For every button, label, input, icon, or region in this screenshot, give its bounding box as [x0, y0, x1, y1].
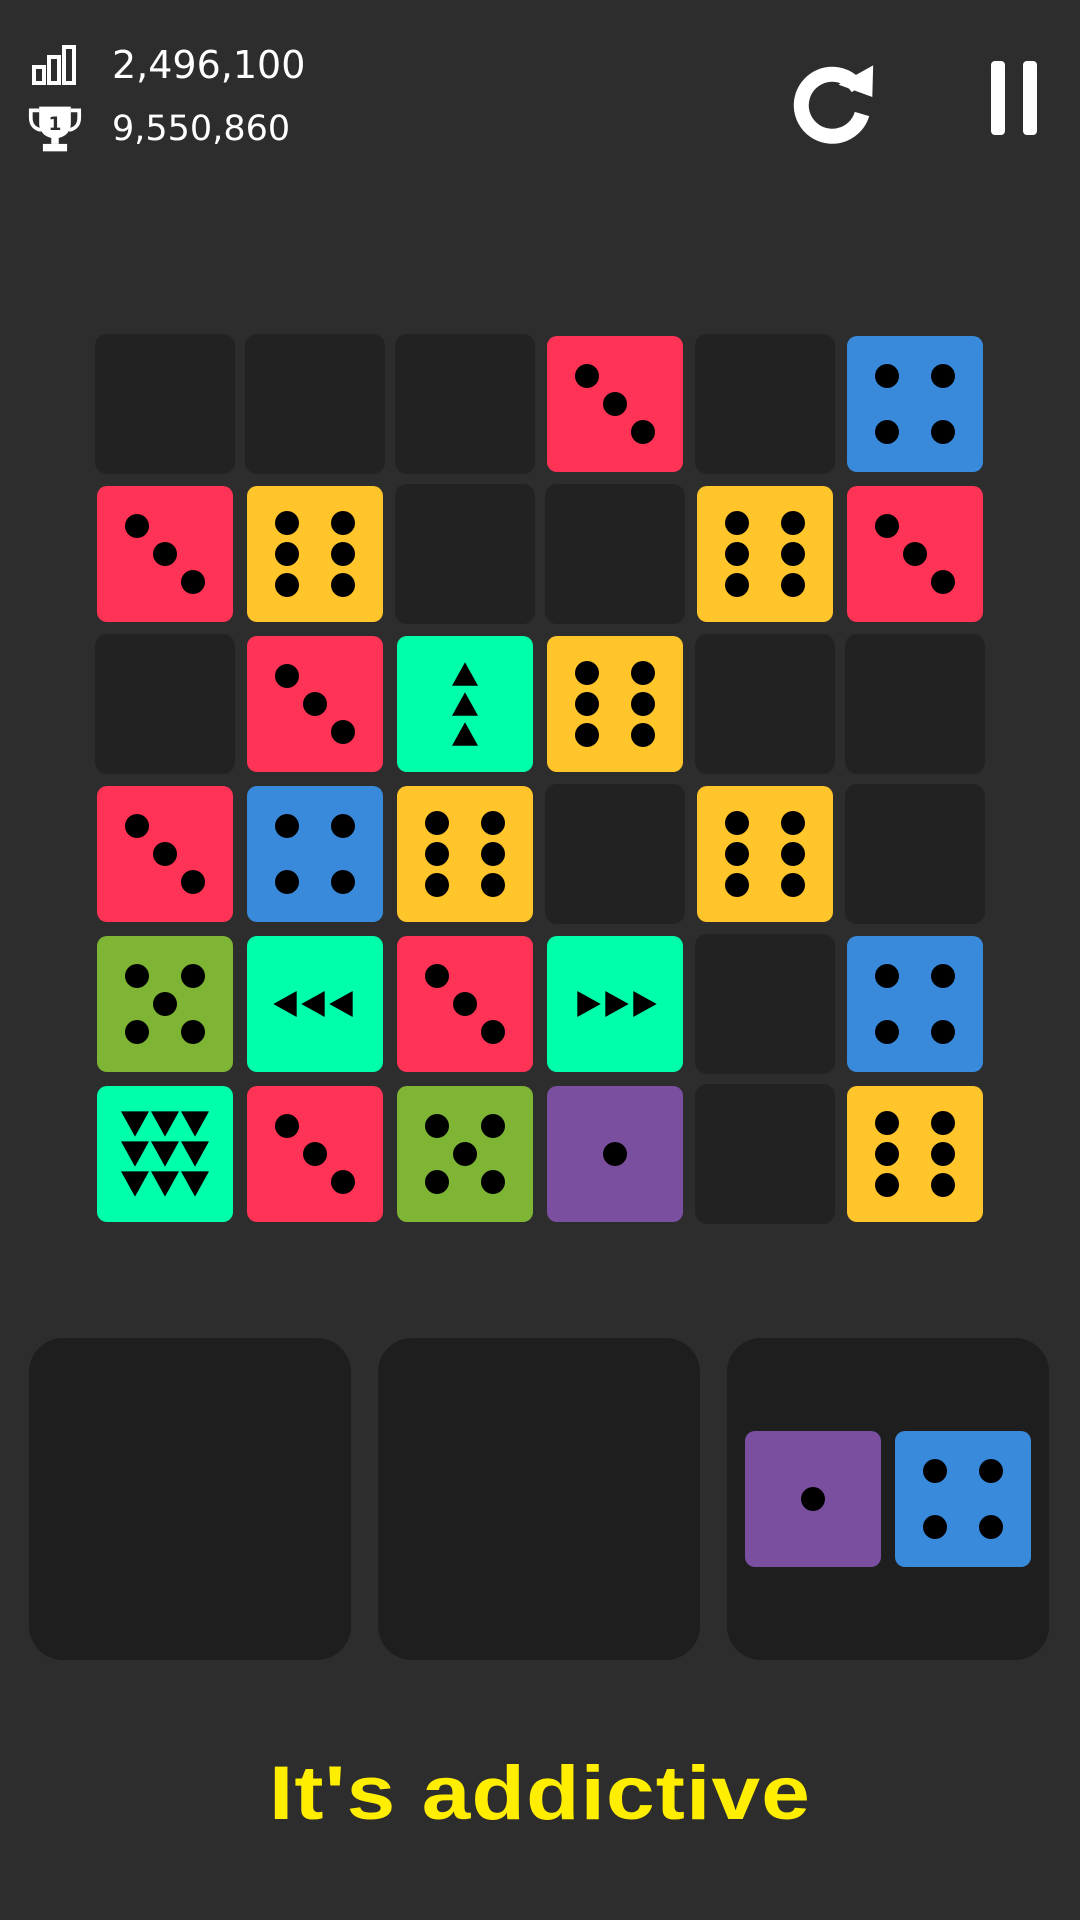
die-tile-red-pips-3	[547, 336, 683, 472]
board-cell[interactable]	[845, 334, 985, 474]
board-cell[interactable]	[545, 784, 685, 924]
die-tile-yellow-pips-6	[697, 786, 833, 922]
board-cell[interactable]	[395, 784, 535, 924]
board-cell[interactable]	[845, 634, 985, 774]
die-tile-yellow-pips-6	[397, 786, 533, 922]
board-cell[interactable]	[95, 934, 235, 1074]
board-cell[interactable]	[695, 484, 835, 624]
die-tile-blue-pips-4	[847, 936, 983, 1072]
die-tile-yellow-pips-6	[547, 636, 683, 772]
trophy-rank: 1	[49, 114, 62, 135]
board-cell[interactable]	[245, 784, 385, 924]
die-tile-green-pips-5	[397, 1086, 533, 1222]
die-tile-blue-pips-4	[847, 336, 983, 472]
board-cell[interactable]	[95, 784, 235, 924]
restart-icon	[784, 56, 880, 156]
die-tile-red-pips-3	[397, 936, 533, 1072]
board-cell[interactable]	[395, 934, 535, 1074]
die-tile-yellow-pips-6	[847, 1086, 983, 1222]
board-cell[interactable]	[545, 934, 685, 1074]
board-cell[interactable]	[95, 334, 235, 474]
die-tile-red-pips-3	[97, 486, 233, 622]
die-tile-purple-pips-1	[547, 1086, 683, 1222]
board-cell[interactable]	[395, 484, 535, 624]
piece-tray-1[interactable]	[29, 1338, 351, 1660]
board-cell[interactable]	[695, 1084, 835, 1224]
board-cell[interactable]	[245, 484, 385, 624]
pause-icon	[989, 59, 1039, 141]
board-cell[interactable]	[695, 934, 835, 1074]
promo-tagline: It's addictive	[268, 1751, 812, 1836]
die-tile-green-pips-5	[97, 936, 233, 1072]
die-tile-red-pips-3	[247, 1086, 383, 1222]
board-cell[interactable]	[395, 634, 535, 774]
board-cell[interactable]	[545, 484, 685, 624]
board-cell[interactable]	[695, 784, 835, 924]
tray-die-purple-pips-1[interactable]	[745, 1431, 881, 1567]
die-tile-aqua-arrows-right	[547, 936, 683, 1072]
board-cell[interactable]	[545, 1084, 685, 1224]
board-cell[interactable]	[245, 934, 385, 1074]
board-cell[interactable]	[95, 634, 235, 774]
signal-bars-icon	[28, 38, 82, 92]
die-tile-red-pips-3	[97, 786, 233, 922]
die-tile-aqua-arrows-left	[247, 936, 383, 1072]
board-cell[interactable]	[395, 1084, 535, 1224]
board-cell[interactable]	[845, 934, 985, 1074]
die-tile-yellow-pips-6	[697, 486, 833, 622]
board-cell[interactable]	[695, 334, 835, 474]
piece-tray-3[interactable]	[727, 1338, 1049, 1660]
board-cell[interactable]	[545, 334, 685, 474]
die-tile-red-pips-3	[847, 486, 983, 622]
piece-tray-2[interactable]	[378, 1338, 700, 1660]
current-score: 2,496,100	[112, 43, 306, 87]
board-cell[interactable]	[95, 484, 235, 624]
board-cell[interactable]	[395, 334, 535, 474]
die-tile-red-pips-3	[247, 636, 383, 772]
die-tile-yellow-pips-6	[247, 486, 383, 622]
tray-die-blue-pips-4[interactable]	[895, 1431, 1031, 1567]
board-cell[interactable]	[545, 634, 685, 774]
die-tile-blue-pips-4	[247, 786, 383, 922]
board-cell[interactable]	[245, 634, 385, 774]
restart-button[interactable]	[782, 56, 882, 156]
board-cell[interactable]	[845, 484, 985, 624]
best-score: 9,550,860	[112, 109, 291, 149]
score-row: 2,496,100	[28, 38, 305, 92]
board-cell[interactable]	[245, 1084, 385, 1224]
pause-button[interactable]	[982, 58, 1046, 142]
board-cell[interactable]	[95, 1084, 235, 1224]
die-tile-aqua-arrows-up	[397, 636, 533, 772]
board-cell[interactable]	[845, 784, 985, 924]
board-cell[interactable]	[695, 634, 835, 774]
best-score-row: 1 9,550,860	[28, 102, 290, 156]
die-tile-aqua-arrows-down	[97, 1086, 233, 1222]
trophy-icon: 1	[28, 102, 82, 156]
board-cell[interactable]	[845, 1084, 985, 1224]
board-cell[interactable]	[245, 334, 385, 474]
